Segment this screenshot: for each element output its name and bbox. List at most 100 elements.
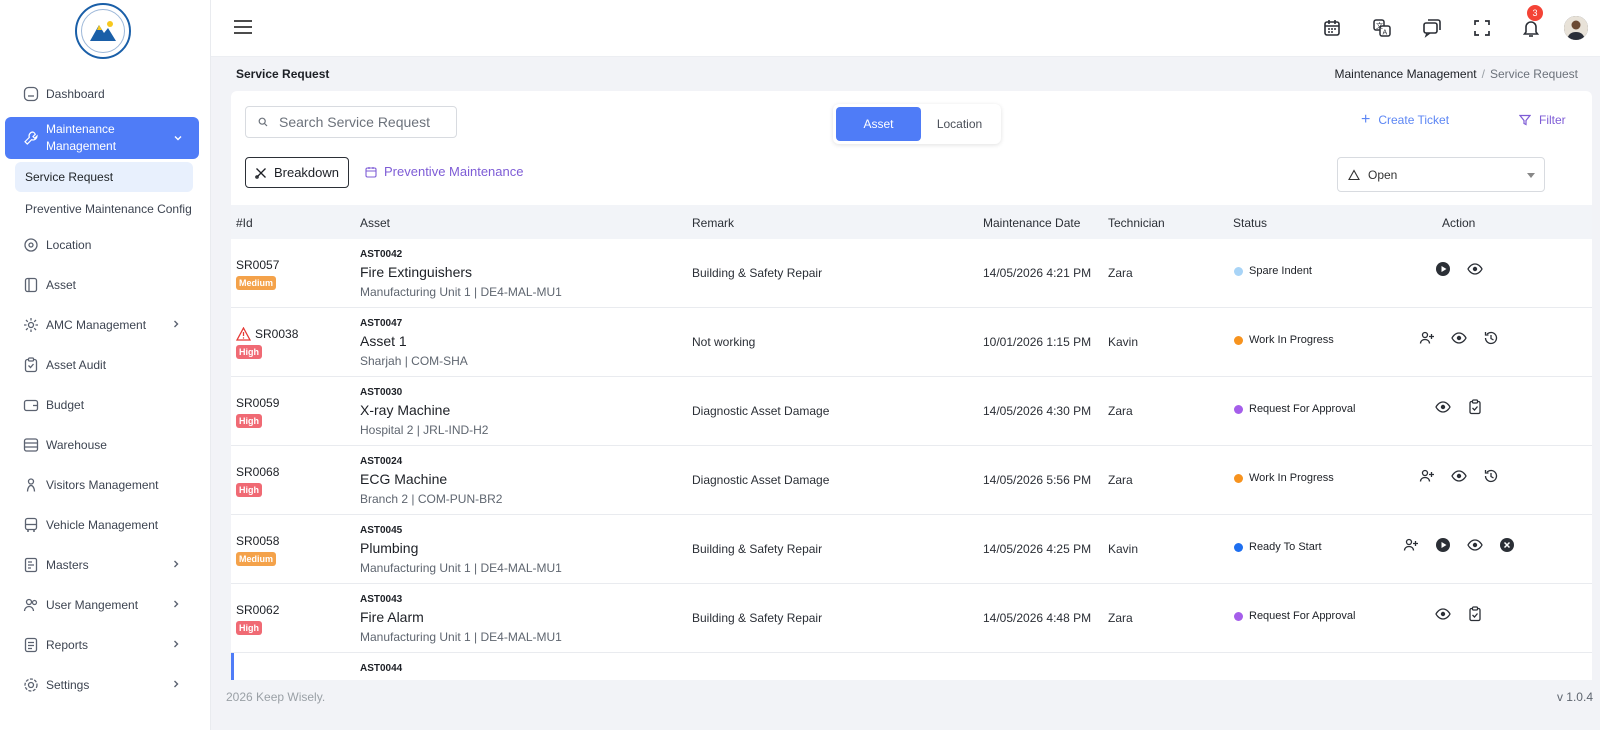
sidebar-subitem-preventive-maintenance-config[interactable]: Preventive Maintenance Config [0, 194, 211, 224]
sidebar-item-dashboard[interactable]: Dashboard [0, 74, 211, 114]
table-body: SR0057 Medium AST0042 Fire Extinguishers… [231, 239, 1592, 693]
sidebar-item-warehouse[interactable]: Warehouse [0, 425, 211, 465]
status-dot [1234, 335, 1243, 345]
assign-user-icon[interactable] [1403, 537, 1419, 553]
play-icon[interactable] [1435, 537, 1451, 553]
svg-text:A: A [1383, 30, 1388, 37]
hamburger-menu-icon[interactable] [233, 18, 253, 36]
sidebar-item-vehicle-management[interactable]: Vehicle Management [0, 505, 211, 545]
request-id[interactable]: SR0062 [236, 603, 279, 617]
cancel-circle-icon[interactable] [1499, 537, 1515, 553]
preventive-maintenance-button[interactable]: Preventive Maintenance [365, 164, 523, 179]
asset-location: Manufacturing Unit 1 | DE4-MAL-MU1 [360, 630, 562, 644]
column-header-remark[interactable]: Remark [692, 216, 734, 230]
status-dot [1234, 404, 1243, 414]
reports-icon [24, 637, 38, 653]
table-row[interactable]: SR0057 Medium AST0042 Fire Extinguishers… [231, 239, 1592, 308]
history-icon[interactable] [1483, 330, 1499, 346]
asset-code: AST0024 [360, 456, 403, 467]
sidebar-item-maintenance-management[interactable]: Maintenance Management [5, 117, 199, 159]
warehouse-icon [23, 438, 39, 452]
toggle-asset[interactable]: Asset [836, 107, 921, 141]
sidebar-item-settings[interactable]: Settings [0, 665, 211, 705]
warning-outline-icon [1348, 168, 1360, 180]
sidebar-item-masters[interactable]: Masters [0, 545, 211, 585]
sidebar-item-asset[interactable]: Asset [0, 265, 211, 305]
service-request-card: Asset Location + Create Ticket Filter Br… [231, 91, 1592, 730]
status-text: Ready To Start [1249, 541, 1322, 553]
maintenance-date: 14/05/2026 4:30 PM [983, 404, 1092, 418]
request-id[interactable]: SR0059 [236, 396, 279, 410]
priority-badge: High [236, 345, 262, 359]
assign-user-icon[interactable] [1419, 468, 1435, 484]
asset-code: AST0030 [360, 387, 403, 398]
column-header-id[interactable]: #Id [236, 216, 253, 230]
approval-clipboard-icon[interactable] [1467, 399, 1483, 415]
breakdown-button[interactable]: Breakdown [245, 157, 349, 188]
status-filter-select[interactable]: Open [1337, 157, 1545, 192]
column-header-maintenance-date[interactable]: Maintenance Date [983, 216, 1080, 230]
request-id[interactable]: SR0057 [236, 258, 279, 272]
sidebar-item-budget[interactable]: Budget [0, 385, 211, 425]
column-header-asset[interactable]: Asset [360, 216, 390, 230]
eye-icon[interactable] [1435, 606, 1451, 622]
column-header-technician[interactable]: Technician [1108, 216, 1165, 230]
sidebar-item-label: Asset [46, 278, 77, 292]
play-icon[interactable] [1435, 261, 1451, 277]
priority-badge: High [236, 621, 262, 635]
eye-icon[interactable] [1451, 468, 1467, 484]
table-row[interactable]: SR0059 High AST0030 X-ray Machine Hospit… [231, 377, 1592, 446]
calendar-icon[interactable] [1322, 18, 1342, 38]
translate-icon[interactable]: 文A [1372, 18, 1392, 38]
eye-icon[interactable] [1435, 399, 1451, 415]
status-badge: Spare Indent [1234, 265, 1312, 277]
sidebar-item-reports[interactable]: Reports [0, 625, 211, 665]
bell-icon[interactable] [1521, 18, 1541, 38]
search-box[interactable] [245, 106, 457, 138]
table-row[interactable]: SR0038 High AST0047 Asset 1 Sharjah | CO… [231, 308, 1592, 377]
create-ticket-button[interactable]: + Create Ticket [1361, 112, 1449, 128]
keep-wisely-logo[interactable] [75, 3, 131, 59]
table-row[interactable]: SR0058 Medium AST0045 Plumbing Manufactu… [231, 515, 1592, 584]
sidebar-subitem-service-request[interactable]: Service Request [15, 162, 193, 192]
request-id[interactable]: SR0068 [236, 465, 279, 479]
status-dot [1234, 542, 1243, 552]
sidebar-item-user-management[interactable]: User Mangement [0, 585, 211, 625]
sidebar-item-label: Location [46, 238, 92, 252]
chevron-right-icon [174, 600, 179, 608]
footer-copyright: 2026 Keep Wisely. [226, 690, 326, 704]
asset-name: Fire Extinguishers [360, 264, 473, 280]
column-header-action[interactable]: Action [1442, 216, 1475, 230]
column-header-status[interactable]: Status [1233, 216, 1267, 230]
assign-user-icon[interactable] [1419, 330, 1435, 346]
sidebar: Dashboard Maintenance Management Service… [0, 0, 211, 730]
table-row[interactable]: SR0068 High AST0024 ECG Machine Branch 2… [231, 446, 1592, 515]
sidebar-item-amc-management[interactable]: AMC Management [0, 305, 211, 345]
fullscreen-icon[interactable] [1472, 18, 1492, 38]
approval-clipboard-icon[interactable] [1467, 606, 1483, 622]
asset-code: AST0047 [360, 318, 403, 329]
history-icon[interactable] [1483, 468, 1499, 484]
search-input[interactable] [279, 114, 449, 130]
filter-button[interactable]: Filter [1519, 113, 1566, 127]
technician: Zara [1108, 473, 1133, 487]
footer: 2026 Keep Wisely. v 1.0.4 [211, 680, 1600, 730]
breadcrumb-separator: / [1481, 67, 1485, 81]
toggle-location[interactable]: Location [921, 107, 998, 141]
technician: Zara [1108, 611, 1133, 625]
eye-icon[interactable] [1467, 537, 1483, 553]
sidebar-item-asset-audit[interactable]: Asset Audit [0, 345, 211, 385]
eye-icon[interactable] [1451, 330, 1467, 346]
user-avatar[interactable] [1564, 16, 1588, 40]
sidebar-item-visitors-management[interactable]: Visitors Management [0, 465, 211, 505]
technician: Kavin [1108, 542, 1139, 556]
table-row[interactable]: SR0062 High AST0043 Fire Alarm Manufactu… [231, 584, 1592, 653]
asset-code: AST0044 [360, 663, 403, 674]
sidebar-item-location[interactable]: Location [0, 225, 211, 265]
sidebar-item-label: Visitors Management [46, 478, 159, 492]
breadcrumb-parent[interactable]: Maintenance Management [1335, 67, 1477, 81]
request-id[interactable]: SR0038 [255, 327, 298, 341]
chat-icon[interactable] [1422, 18, 1442, 38]
eye-icon[interactable] [1467, 261, 1483, 277]
request-id[interactable]: SR0058 [236, 534, 279, 548]
